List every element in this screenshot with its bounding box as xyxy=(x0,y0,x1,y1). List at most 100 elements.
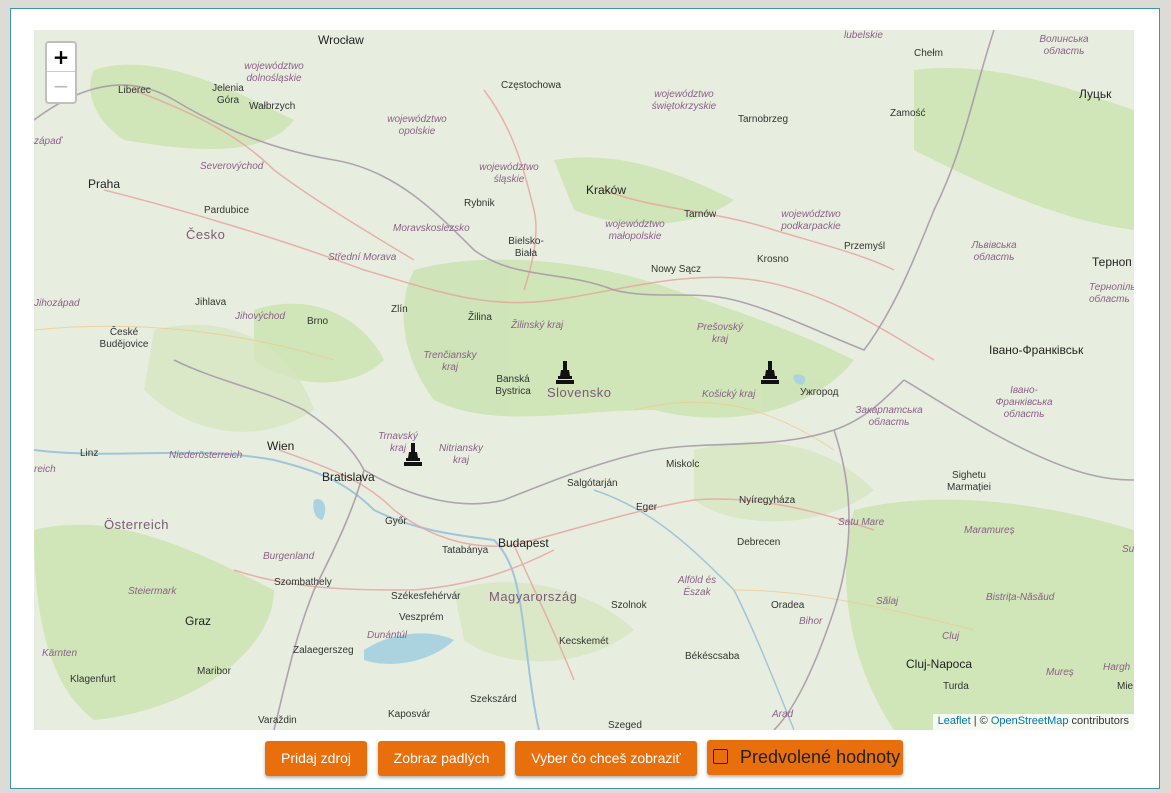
country-label-cz: Česko xyxy=(186,227,226,242)
city-label: Mie xyxy=(1117,681,1134,692)
city-label: Praha xyxy=(88,177,121,191)
city-label: Klagenfurt xyxy=(70,674,116,685)
region-label: Закарпатська область xyxy=(855,405,923,428)
region-label: województwo śląskie xyxy=(479,162,539,185)
city-label: Linz xyxy=(80,448,99,459)
city-label: Wałbrzych xyxy=(249,101,296,112)
city-label: České Budějovice xyxy=(99,327,149,350)
city-label: Jihlava xyxy=(195,297,227,308)
city-label: Ужгород xyxy=(800,387,839,398)
region-label: lubelskie xyxy=(844,30,883,41)
country-label-at: Österreich xyxy=(104,517,169,532)
city-label: Szolnok xyxy=(611,600,647,611)
city-label: Miskolc xyxy=(666,459,700,470)
choose-view-button[interactable]: Vyber čo chceš zobraziť xyxy=(515,741,697,776)
city-label: Tarnobrzeg xyxy=(738,114,789,125)
city-label: Veszprém xyxy=(399,612,444,623)
city-label: Oradea xyxy=(771,600,805,611)
city-label: Turda xyxy=(943,681,969,692)
region-label: Žilinský kraj xyxy=(511,320,564,331)
region-label: województwo świętokrzyskie xyxy=(651,89,717,112)
osm-link[interactable]: OpenStreetMap xyxy=(991,715,1069,727)
pawn-icon xyxy=(556,361,574,384)
region-label: Severovýchod xyxy=(200,161,264,172)
region-label: Jihozápad xyxy=(34,298,80,309)
city-label: Graz xyxy=(185,614,212,628)
city-label: Salgótarján xyxy=(567,478,618,489)
city-label: Tarnów xyxy=(684,209,717,220)
city-label: Nowy Sącz xyxy=(651,264,702,275)
city-label: Maribor xyxy=(197,666,231,677)
region-label: Hargh xyxy=(1103,662,1131,673)
city-label: Терноп xyxy=(1092,255,1132,269)
city-label: Tatabánya xyxy=(442,545,489,556)
city-label: Bratislava xyxy=(322,470,375,484)
attribution-tail: contributors xyxy=(1068,715,1129,727)
region-label: Satu Mare xyxy=(838,517,885,528)
region-label: Bistrița-Năsăud xyxy=(986,592,1055,603)
region-label: Arad xyxy=(772,709,794,720)
city-label: Chełm xyxy=(914,48,943,59)
region-label: województwo małopolskie xyxy=(605,219,665,242)
region-label: Kärnten xyxy=(42,648,78,659)
region-label: Niederösterreich xyxy=(169,450,243,461)
map-marker-icon[interactable] xyxy=(555,359,575,385)
zoom-control: + − xyxy=(45,41,77,104)
city-label: Szeged xyxy=(608,720,642,730)
city-label: Pardubice xyxy=(204,205,250,216)
city-label: Івано-Франківськ xyxy=(989,343,1084,357)
region-label: Košický kraj xyxy=(702,389,756,400)
city-label: Bielsko-Biała xyxy=(508,236,544,259)
city-label: Cluj-Napoca xyxy=(906,657,973,671)
city-label: Częstochowa xyxy=(501,80,562,91)
city-label: Zamość xyxy=(890,108,926,119)
city-label: Rybnik xyxy=(464,198,495,209)
region-label: Su xyxy=(1122,544,1134,555)
city-label: Wrocław xyxy=(318,33,364,47)
zoom-out-button[interactable]: − xyxy=(47,72,75,101)
region-label: zápaď xyxy=(34,136,62,147)
show-fallen-button[interactable]: Zobraz padlých xyxy=(378,741,505,776)
region-label: reich xyxy=(34,464,56,475)
region-label: Mureș xyxy=(1046,667,1074,678)
city-label: Zalaegerszeg xyxy=(293,645,354,656)
city-label: Eger xyxy=(636,502,658,513)
region-label: Волинська область xyxy=(1039,34,1089,57)
leaflet-link[interactable]: Leaflet xyxy=(938,715,971,727)
city-label: Debrecen xyxy=(737,537,781,548)
region-label: Івано-Франківська область xyxy=(995,385,1053,420)
city-label: Brno xyxy=(307,316,329,327)
add-source-button[interactable]: Pridaj zdroj xyxy=(265,741,367,776)
city-label: Győr xyxy=(385,516,407,527)
city-label: Szekszárd xyxy=(470,694,517,705)
city-label: Budapest xyxy=(498,536,549,550)
region-label: Тернопіль область xyxy=(1089,282,1134,305)
city-label: Varaždin xyxy=(258,715,297,726)
pawn-icon xyxy=(404,443,422,466)
region-label: Střední Morava xyxy=(328,252,397,263)
defaults-checkbox[interactable] xyxy=(713,749,728,764)
zoom-in-button[interactable]: + xyxy=(47,43,75,72)
city-label: Székesfehérvár xyxy=(391,591,461,602)
city-label: Przemyśl xyxy=(844,241,886,252)
defaults-toggle[interactable]: Predvolené hodnoty xyxy=(707,740,903,775)
region-label: województwo opolskie xyxy=(387,114,447,137)
country-label-hu: Magyarország xyxy=(489,589,578,604)
region-label: Jihovýchod xyxy=(235,311,286,322)
city-label: Kecskemét xyxy=(559,636,609,647)
city-label: Sighetu Marmației xyxy=(947,470,991,493)
map-marker-icon[interactable] xyxy=(403,441,423,467)
city-label: Jelenia Góra xyxy=(212,83,244,106)
region-label: Prešovský kraj xyxy=(696,322,744,345)
region-label: Львівська область xyxy=(971,240,1017,263)
map-view[interactable]: Česko Slovensko Magyarország Österreich … xyxy=(34,30,1134,730)
city-label: Žilina xyxy=(468,312,492,323)
pawn-icon xyxy=(761,361,779,384)
region-label: Burgenland xyxy=(263,551,315,562)
region-label: województwo dolnośląskie xyxy=(244,61,304,84)
city-label: Szombathely xyxy=(274,577,332,588)
attribution-separator: | © xyxy=(970,715,991,727)
region-label: Cluj xyxy=(942,631,960,642)
map-marker-icon[interactable] xyxy=(760,359,780,385)
city-label: Nyíregyháza xyxy=(739,495,796,506)
